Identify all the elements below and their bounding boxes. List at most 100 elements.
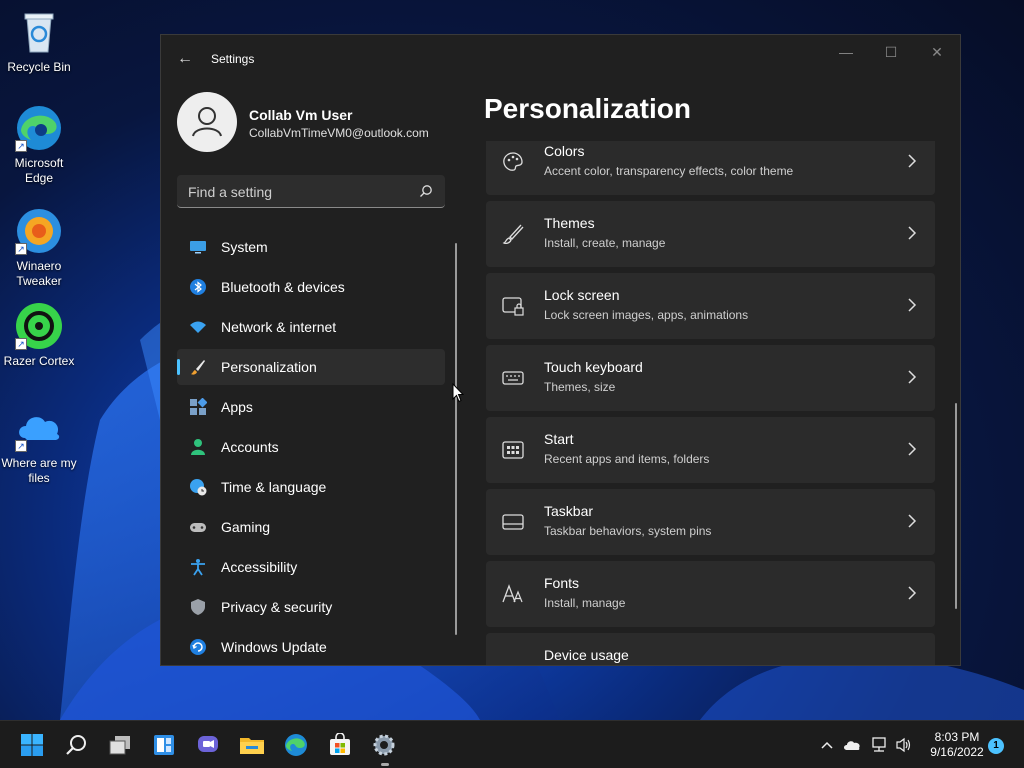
user-email: CollabVmTimeVM0@outlook.com <box>249 126 429 140</box>
notification-badge[interactable]: 1 <box>988 738 1004 754</box>
back-button[interactable]: ← <box>175 49 195 69</box>
taskbar-start-button[interactable] <box>16 729 48 761</box>
card-title: Touch keyboard <box>544 359 643 375</box>
desktop-icon-razer-cortex[interactable]: ↗ Razer Cortex <box>0 302 78 369</box>
sidebar-item-apps[interactable]: Apps <box>177 389 445 425</box>
chevron-right-icon <box>908 226 917 240</box>
sidebar-item-network[interactable]: Network & internet <box>177 309 445 345</box>
search-icon <box>420 185 432 197</box>
sidebar-item-bluetooth[interactable]: Bluetooth & devices <box>177 269 445 305</box>
taskbar-chat-button[interactable] <box>192 729 224 761</box>
desktop-icon-recycle-bin[interactable]: Recycle Bin <box>0 8 78 75</box>
search-box[interactable]: Find a setting <box>177 175 445 208</box>
sidebar-item-personalization[interactable]: Personalization <box>177 349 445 385</box>
desktop-icon-where-are-my-files[interactable]: ↗ Where are my files <box>0 404 78 486</box>
edge-icon: ↗ <box>15 104 63 152</box>
card-themes[interactable]: Themes Install, create, manage <box>486 201 935 267</box>
file-explorer-icon <box>240 738 264 754</box>
accessibility-icon <box>191 559 205 576</box>
sidebar-item-gaming[interactable]: Gaming <box>177 509 445 545</box>
chevron-right-icon <box>908 442 917 456</box>
store-icon <box>330 733 350 755</box>
close-button[interactable]: ✕ <box>922 43 952 61</box>
sidebar-item-label: Privacy & security <box>221 599 333 615</box>
desktop-icon-label: Winaero Tweaker <box>16 259 62 288</box>
desktop-icon-label: Microsoft Edge <box>14 156 64 185</box>
taskbar: 8:03 PM 9/16/2022 1 <box>0 720 1024 768</box>
search-icon <box>66 735 86 755</box>
sidebar-item-label: Personalization <box>221 359 317 375</box>
card-title: Colors <box>544 143 585 159</box>
chevron-up-icon <box>821 741 833 749</box>
card-title: Themes <box>544 215 595 231</box>
bluetooth-icon <box>190 279 206 295</box>
settings-window: ← Settings — ☐ ✕ Collab Vm User CollabVm… <box>160 34 961 666</box>
taskbar-clock[interactable]: 8:03 PM 9/16/2022 <box>916 730 998 760</box>
card-start[interactable]: Start Recent apps and items, folders <box>486 417 935 483</box>
taskbar-settings-button[interactable] <box>368 729 400 761</box>
sidebar-item-windows-update[interactable]: Windows Update <box>177 629 445 665</box>
taskbar-file-explorer-button[interactable] <box>236 729 268 761</box>
sidebar-item-privacy[interactable]: Privacy & security <box>177 589 445 625</box>
tray-overflow-button[interactable] <box>817 735 837 755</box>
sidebar-item-system[interactable]: System <box>177 229 445 265</box>
tray-network[interactable] <box>869 735 889 755</box>
desktop-icon-edge[interactable]: ↗ Microsoft Edge <box>0 104 78 186</box>
sidebar-nav: System Bluetooth & devices Network & int… <box>177 229 445 665</box>
sidebar-scrollbar[interactable] <box>455 243 457 635</box>
shortcut-arrow-icon: ↗ <box>15 243 27 255</box>
volume-icon <box>896 737 911 753</box>
settings-icon <box>373 734 395 756</box>
card-colors[interactable]: Colors Accent color, transparency effect… <box>486 141 935 195</box>
card-title: Taskbar <box>544 503 594 519</box>
card-subtitle: Install, manage <box>544 596 626 610</box>
card-lock-screen[interactable]: Lock screen Lock screen images, apps, an… <box>486 273 935 339</box>
sidebar-item-accounts[interactable]: Accounts <box>177 429 445 465</box>
shortcut-arrow-icon: ↗ <box>15 338 27 350</box>
shortcut-arrow-icon: ↗ <box>15 140 27 152</box>
sidebar-item-label: System <box>221 239 268 255</box>
sidebar-item-accessibility[interactable]: Accessibility <box>177 549 445 585</box>
sidebar-item-label: Windows Update <box>221 639 327 655</box>
shield-icon <box>191 599 205 615</box>
taskbar-search-button[interactable] <box>60 729 92 761</box>
taskbar-edge-button[interactable] <box>280 729 312 761</box>
task-view-icon <box>109 736 130 755</box>
card-device-usage[interactable]: Device usage <box>486 633 935 665</box>
tray-onedrive[interactable] <box>842 735 862 755</box>
tray-volume[interactable] <box>894 735 914 755</box>
taskbar-widgets-button[interactable] <box>148 729 180 761</box>
monitor-icon <box>190 241 206 254</box>
mouse-cursor-icon <box>452 383 464 403</box>
taskbar-task-view-button[interactable] <box>104 729 136 761</box>
globe-clock-icon <box>190 479 207 496</box>
card-touch-keyboard[interactable]: Touch keyboard Themes, size <box>486 345 935 411</box>
content-scrollbar[interactable] <box>955 403 957 609</box>
maximize-button[interactable]: ☐ <box>876 43 906 61</box>
apps-icon <box>190 398 207 415</box>
minimize-button[interactable]: — <box>831 43 861 61</box>
taskbar-store-button[interactable] <box>324 729 356 761</box>
start-icon <box>21 734 43 756</box>
sidebar-item-time-language[interactable]: Time & language <box>177 469 445 505</box>
card-title: Start <box>544 431 574 447</box>
active-app-indicator <box>381 763 389 766</box>
card-fonts[interactable]: Fonts Install, manage <box>486 561 935 627</box>
window-title: Settings <box>211 52 255 66</box>
widgets-icon <box>154 735 174 755</box>
fonts-icon <box>502 584 523 603</box>
taskbar-icon <box>502 514 524 530</box>
onedrive-cloud-icon <box>844 741 860 750</box>
clock-date: 9/16/2022 <box>930 745 984 759</box>
sidebar-item-label: Apps <box>221 399 253 415</box>
card-title: Device usage <box>544 647 629 663</box>
card-subtitle: Accent color, transparency effects, colo… <box>544 164 794 178</box>
lock-screen-icon <box>502 297 524 316</box>
sidebar-item-label: Network & internet <box>221 319 337 335</box>
gamepad-icon <box>190 523 206 532</box>
chevron-right-icon <box>908 514 917 528</box>
shortcut-arrow-icon: ↗ <box>15 440 27 452</box>
teams-chat-icon <box>198 736 218 752</box>
desktop-icon-winaero-tweaker[interactable]: ↗ Winaero Tweaker <box>0 207 78 289</box>
card-taskbar[interactable]: Taskbar Taskbar behaviors, system pins <box>486 489 935 555</box>
